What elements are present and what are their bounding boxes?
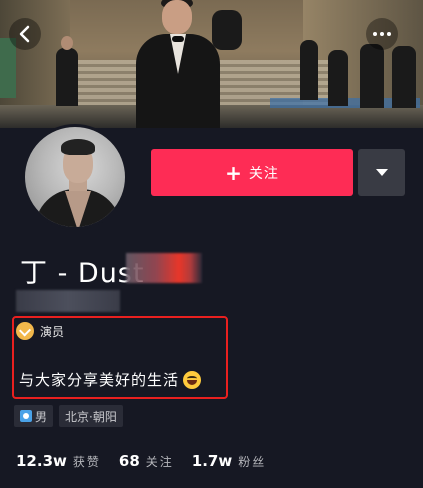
cover-person: [360, 44, 384, 108]
cover-person: [392, 46, 416, 108]
gender-label: 男: [35, 409, 48, 424]
gender-tag: 男: [14, 405, 54, 427]
avatar[interactable]: [22, 124, 128, 230]
likes-label: 获赞: [72, 455, 101, 469]
followers-count: 1.7w: [191, 452, 233, 470]
profile-stats: 12.3w 获赞 68 关注 1.7w 粉丝: [16, 452, 266, 470]
verification-badge: 演员: [16, 322, 64, 340]
location-tag: 北京·朝阳: [59, 405, 123, 427]
male-icon: [20, 410, 32, 422]
cover-main-person: [132, 0, 224, 128]
following-stat[interactable]: 68 关注: [119, 452, 174, 470]
cover-person-head: [61, 36, 73, 50]
profile-signature: 与大家分享美好的生活: [19, 369, 202, 390]
more-button[interactable]: [366, 18, 398, 50]
cover-person: [300, 40, 318, 100]
cover-person: [56, 48, 78, 106]
back-button[interactable]: [9, 18, 41, 50]
following-count: 68: [118, 452, 140, 470]
likes-stat[interactable]: 12.3w 获赞: [16, 452, 101, 470]
cover-person: [328, 50, 348, 106]
location-label: 北京·朝阳: [65, 409, 117, 424]
cover-photo: [0, 0, 423, 128]
recommend-dropdown-button[interactable]: [358, 149, 405, 196]
signature-text: 与大家分享美好的生活: [19, 371, 180, 389]
profile-tags: 男 北京·朝阳: [14, 405, 123, 427]
more-horizontal-icon: [373, 32, 391, 36]
followers-stat[interactable]: 1.7w 粉丝: [192, 452, 266, 470]
chevron-left-icon: [19, 25, 30, 43]
plus-icon: +: [225, 160, 243, 185]
grinning-emoji-icon: [183, 370, 202, 389]
follow-button[interactable]: + 关注: [151, 149, 353, 196]
name-mosaic: [126, 253, 202, 283]
verified-badge-icon: [16, 322, 34, 340]
cover-sign: [0, 38, 16, 98]
followers-label: 粉丝: [238, 455, 267, 469]
likes-count: 12.3w: [16, 452, 67, 470]
account-id-mosaic: [16, 290, 120, 312]
caret-down-icon: [375, 169, 388, 176]
following-label: 关注: [145, 455, 174, 469]
follow-label: 关注: [248, 165, 279, 182]
badge-label: 演员: [40, 324, 65, 339]
